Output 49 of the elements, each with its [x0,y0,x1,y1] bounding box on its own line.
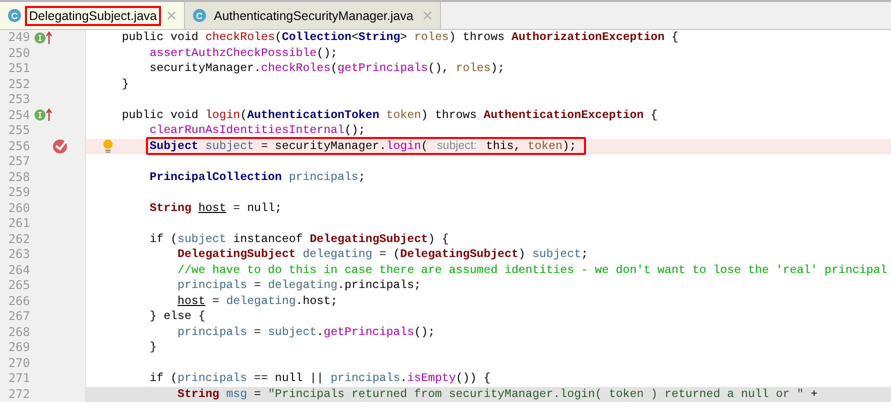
code-line: host = delegating.host; [177,294,338,308]
line-number: 258 [7,170,30,185]
line-number: 271 [7,371,30,386]
line-number: 270 [7,356,30,371]
line-number: 255 [7,123,30,138]
code-line: assertAuthzCheckPossible(); [150,46,338,60]
line-number: 272 [7,386,30,402]
line-number: 264 [7,262,30,278]
line-number: 254 [7,108,30,123]
code-line: clearRunAsIdentitiesInternal(); [150,124,366,138]
editor-tab[interactable]: C DelegatingSubject.java [0,2,185,29]
code-line: public void checkRoles(Collection<String> roles) throws AuthorizationException { [122,31,678,44]
code-line: if (principals == null || principals.isEmpty()) { [150,372,491,386]
code-line: } [122,78,129,91]
code-line: } else { [150,310,206,324]
implements-icon[interactable] [34,108,52,122]
class-icon: C [192,9,206,22]
line-number: 269 [7,340,30,356]
class-icon: C [8,9,21,22]
code-line: securityManager.checkRoles(getPrincipals(), roles); [150,62,505,76]
code-line: public void login(AuthenticationToken token) throws AuthenticationException { [122,108,658,122]
code-line: String host = null; [150,202,282,215]
line-number: 253 [7,92,30,108]
code-line: String msg = "Principals returned from securityManager.login( token ) returned a null or " + [177,388,818,401]
line-number: 267 [7,309,30,324]
code-line: PrincipalCollection principals; [150,170,366,184]
line-number: 249 [7,30,30,46]
code-line: } [150,341,157,354]
code-line: DelegatingSubject delegating = (DelegatingSubject) subject; [177,248,588,262]
line-number: 252 [7,76,30,92]
code-line: if (subject instanceof DelegatingSubject) { [150,232,449,246]
line-number: 263 [7,247,30,262]
code-line: principals = subject.getPrincipals(); [177,326,435,339]
editor-tab[interactable]: C AuthenticatingSecurityManager.java [184,2,442,29]
line-number: 256 [7,138,30,154]
line-number: 265 [7,278,30,294]
code-line: //we have to do this in case there are assumed identities - we don't want to lose the 'real' principal [177,264,888,277]
line-number: 266 [7,294,30,309]
line-number: 262 [7,232,30,247]
line-number: 257 [7,154,30,170]
implements-icon[interactable] [34,30,52,45]
line-number: 250 [7,46,30,61]
line-number: 261 [7,216,30,232]
line-number: 260 [7,200,30,216]
line-number: 251 [7,61,30,76]
line-number: 268 [7,324,30,340]
lightbulb-icon[interactable] [102,138,114,154]
code-line: principals = delegating.principals; [177,279,422,292]
line-number: 259 [7,185,30,200]
